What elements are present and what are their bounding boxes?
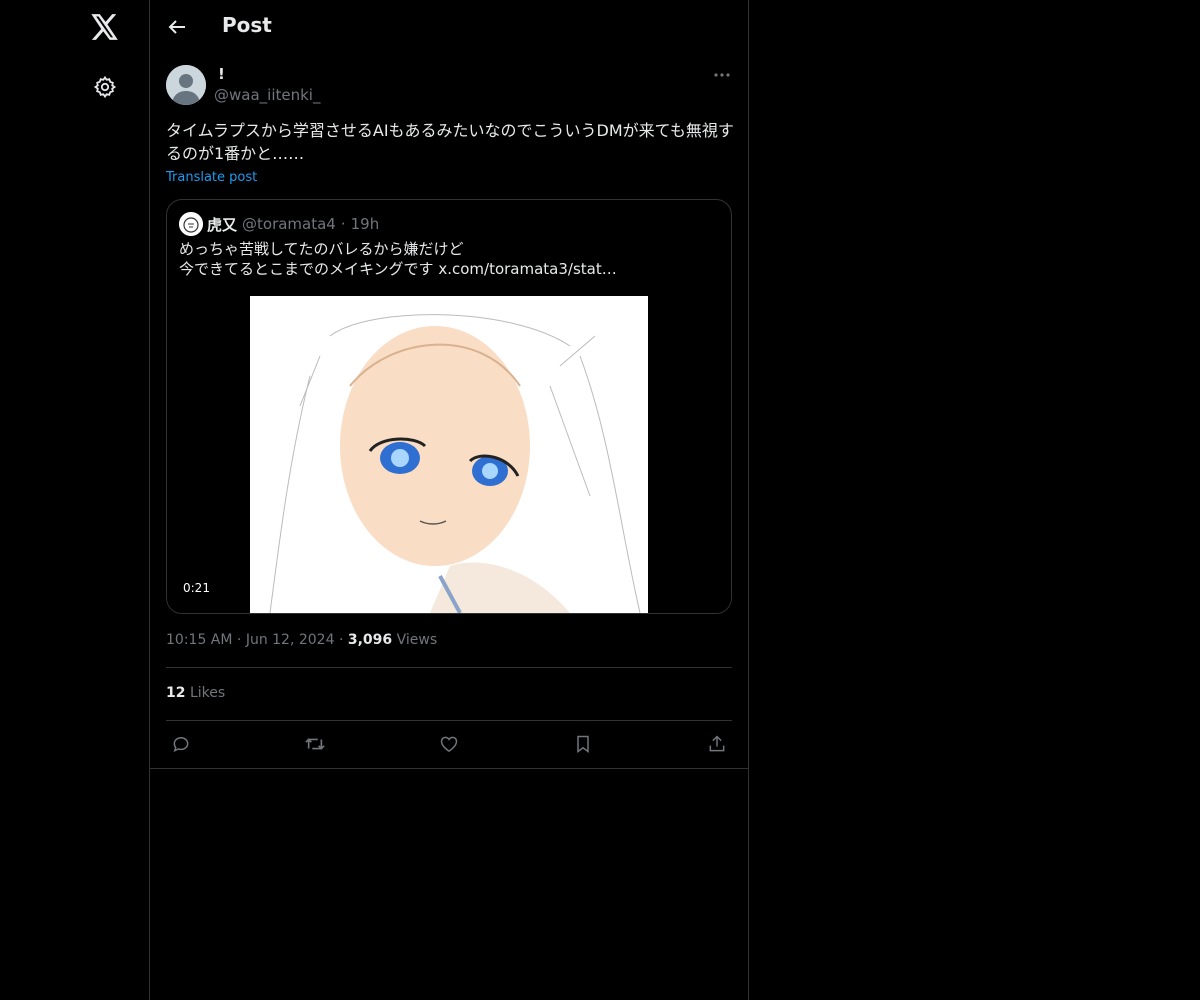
quote-author-name: 虎又 [207, 215, 238, 234]
page-title: Post [222, 13, 272, 37]
likes-label: Likes [189, 685, 226, 701]
quote-text: めっちゃ苦戦してたのバレるから嫌だけど 今できてるとこまでのメイキングです x.… [179, 239, 719, 279]
divider [166, 667, 732, 668]
post-author: ! @waa_iitenki_ [166, 64, 734, 108]
quoted-post[interactable]: 虎又 @toramata4 · 19h めっちゃ苦戦してたのバレるから嫌だけど … [166, 199, 732, 614]
repost-icon[interactable] [303, 732, 327, 756]
author-name[interactable]: ! [218, 65, 225, 83]
quote-header: 虎又 @toramata4 · 19h [179, 212, 384, 236]
meta-separator: · [338, 632, 344, 648]
avatar[interactable] [166, 65, 206, 105]
left-nav [0, 0, 149, 1000]
meta-separator: · [236, 632, 242, 648]
views-count: 3,096 [347, 632, 393, 648]
likes-count: 12 [166, 685, 186, 701]
post-text: タイムラプスから学習させるAIもあるみたいなのでこういうDMが来ても無視するのが… [166, 121, 734, 163]
reply-icon[interactable] [169, 732, 193, 756]
main-column: Post ! @waa_iitenki_ タイムラプスから学習させるAIもあるみ… [149, 0, 749, 1000]
views-label: Views [396, 632, 438, 648]
video-thumbnail[interactable] [250, 296, 648, 613]
post-meta: 10:15 AM · Jun 12, 2024 · 3,096 Views [166, 632, 437, 648]
action-bar [166, 732, 732, 756]
bookmark-icon[interactable] [571, 732, 595, 756]
share-icon[interactable] [705, 732, 729, 756]
quote-text-line-1: めっちゃ苦戦してたのバレるから嫌だけど [179, 240, 464, 258]
quote-text-line-2: 今できてるとこまでのメイキングです [179, 260, 439, 278]
like-icon[interactable] [437, 732, 461, 756]
x-logo-icon[interactable] [88, 10, 122, 44]
quote-time: 19h [350, 215, 380, 233]
header: Post [150, 0, 748, 53]
author-handle[interactable]: @waa_iitenki_ [214, 86, 320, 104]
more-options-icon[interactable] [710, 64, 734, 86]
likes-stat[interactable]: 12 Likes [166, 685, 225, 701]
quote-separator: · [340, 215, 346, 233]
gear-icon[interactable] [92, 74, 118, 100]
quote-avatar[interactable] [179, 212, 203, 236]
divider [150, 768, 748, 769]
divider [166, 720, 732, 721]
quote-link[interactable]: x.com/toramata3/stat… [438, 260, 616, 278]
quote-video[interactable]: 0:21 [167, 296, 731, 613]
quote-author-handle: @toramata4 [242, 215, 336, 233]
post-date[interactable]: Jun 12, 2024 [246, 632, 335, 648]
translate-link[interactable]: Translate post [166, 170, 257, 185]
video-duration: 0:21 [177, 579, 216, 597]
back-arrow-icon[interactable] [164, 14, 190, 40]
post-time[interactable]: 10:15 AM [166, 632, 232, 648]
